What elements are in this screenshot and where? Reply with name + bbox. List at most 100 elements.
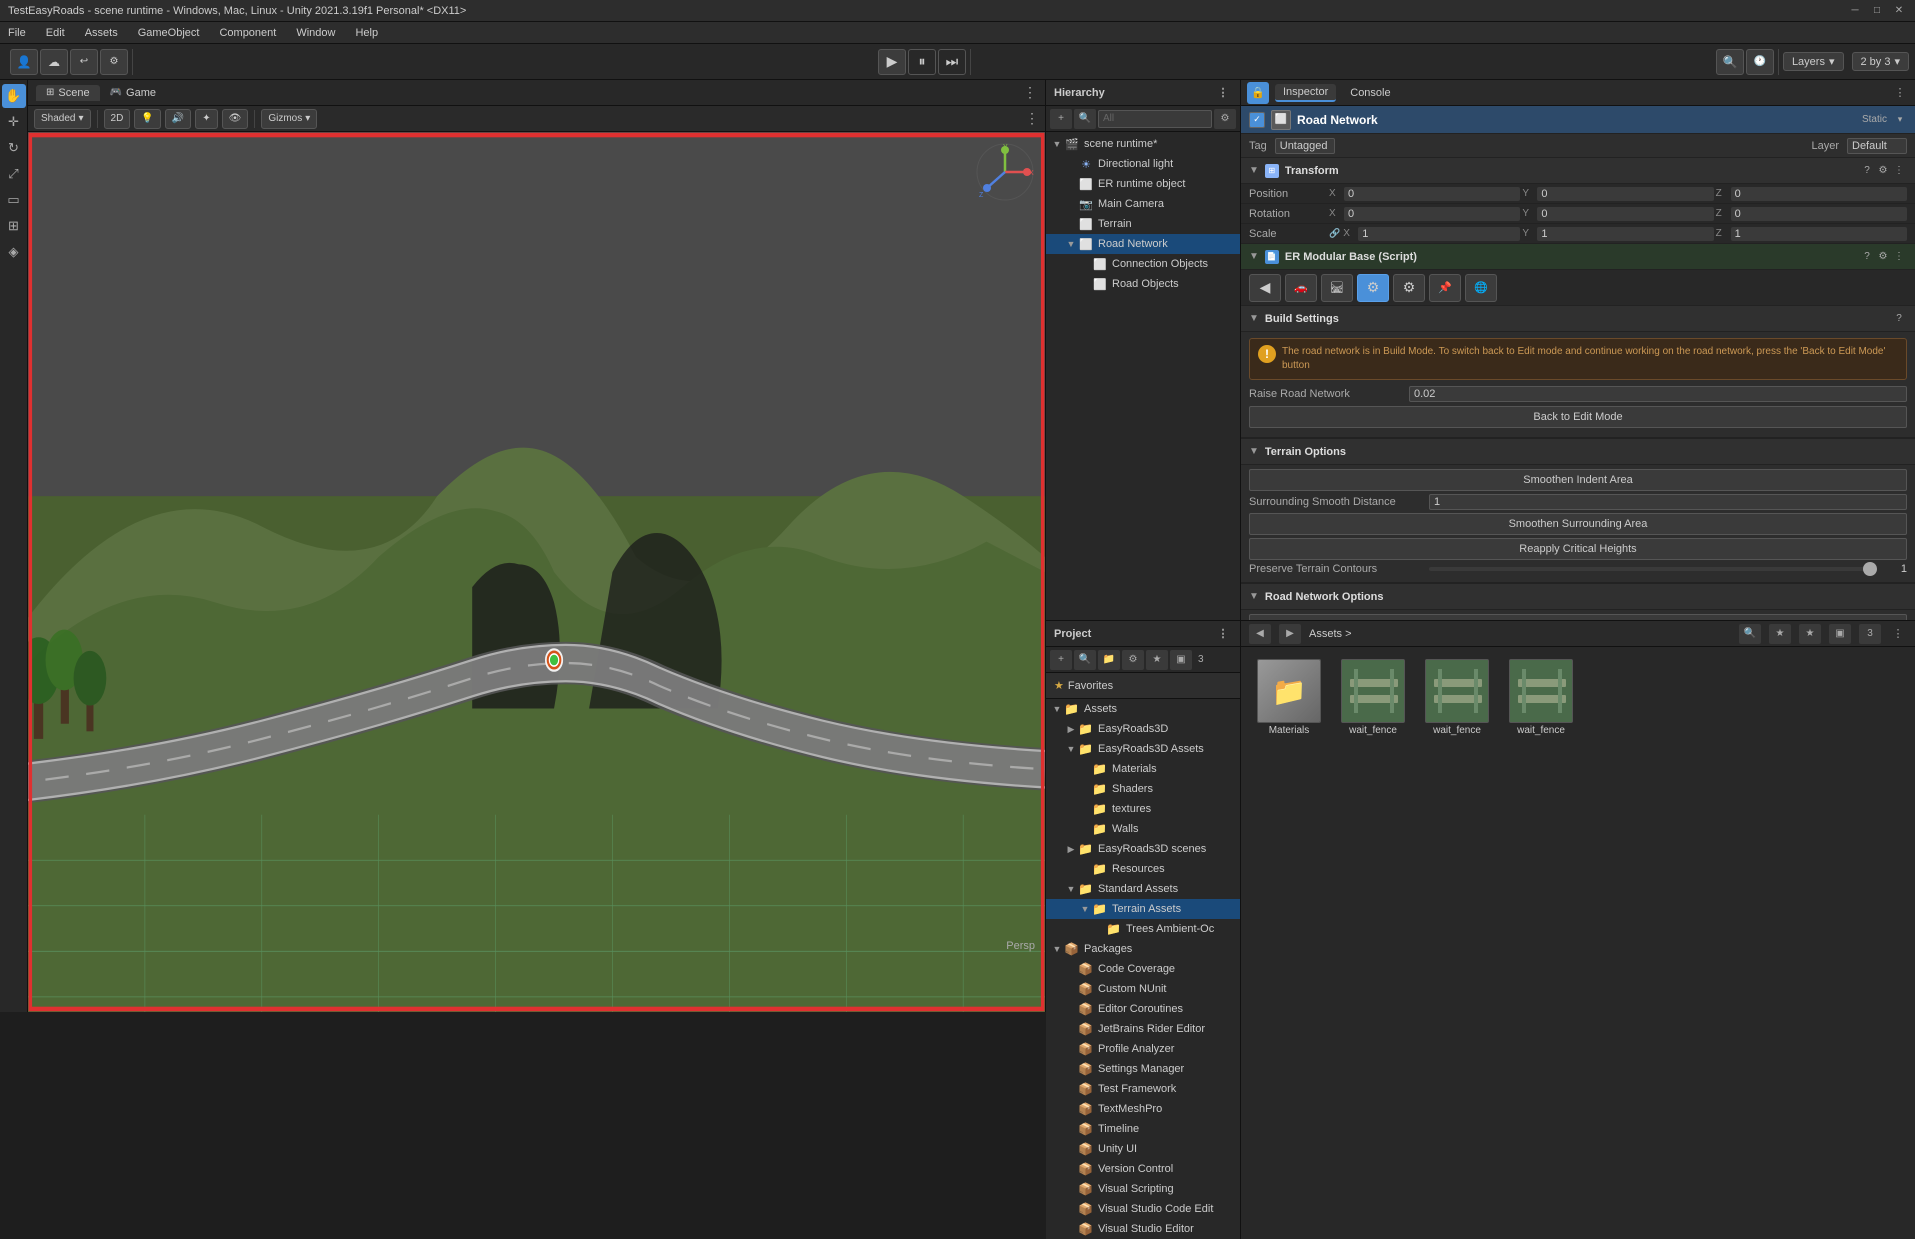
hierarchy-item-directional_light[interactable]: ☀ Directional light [1046, 154, 1240, 174]
asset-back-btn[interactable]: ◀ [1249, 624, 1271, 644]
hier-add-btn[interactable]: + [1050, 109, 1072, 129]
scene-visibility-btn[interactable]: 👁 [222, 109, 249, 129]
hierarchy-item-road_objects[interactable]: ⬜ Road Objects [1046, 274, 1240, 294]
hier-settings-btn[interactable]: ⚙ [1214, 109, 1236, 129]
draw-mode-btn[interactable]: Shaded ▾ [34, 109, 91, 129]
project-item-8[interactable]: 📁 Resources [1046, 859, 1240, 879]
layer-value[interactable]: Default [1847, 138, 1907, 154]
project-item-11[interactable]: 📁 Trees Ambient-Oc [1046, 919, 1240, 939]
inspector-tab[interactable]: Inspector [1275, 84, 1336, 102]
asset-menu-btn[interactable]: ⋮ [1889, 625, 1907, 643]
project-item-12[interactable]: ▼ 📦 Packages [1046, 939, 1240, 959]
raise-road-input[interactable] [1409, 386, 1907, 402]
script-settings2-btn[interactable]: ⚙ [1393, 274, 1425, 302]
pos-y-input[interactable] [1537, 187, 1713, 201]
build-settings-header[interactable]: ▼ Build Settings ? [1241, 306, 1915, 332]
asset-search-btn[interactable]: 🔍 [1739, 624, 1761, 644]
project-item-20[interactable]: 📦 TextMeshPro [1046, 1099, 1240, 1119]
scene-overflow-btn[interactable]: ⋮ [1025, 110, 1039, 127]
scale-x-input[interactable] [1358, 227, 1520, 241]
layers-btn[interactable]: Layers ▾ [1783, 52, 1844, 71]
build-settings-help-btn[interactable]: ? [1891, 311, 1907, 327]
hierarchy-item-road_network[interactable]: ▼ ⬜ Road Network [1046, 234, 1240, 254]
script-marker-btn[interactable]: 📌 [1429, 274, 1461, 302]
pos-x-input[interactable] [1344, 187, 1520, 201]
asset-item-wait-fence-1[interactable]: wait_fence [1333, 655, 1413, 740]
undo-btn[interactable]: ↩ [70, 49, 98, 75]
project-menu-btn[interactable]: ⋮ [1214, 625, 1232, 643]
move-tool[interactable]: ✛ [2, 110, 26, 134]
transform-section-header[interactable]: ▼ ⊞ Transform ? ⚙ ⋮ [1241, 158, 1915, 184]
menu-window[interactable]: Window [292, 25, 339, 41]
transform-overflow-btn[interactable]: ⋮ [1891, 163, 1907, 179]
transform-help-btn[interactable]: ? [1859, 163, 1875, 179]
account-btn[interactable]: 👤 [10, 49, 38, 75]
script-section-header[interactable]: ▼ 📄 ER Modular Base (Script) ? ⚙ ⋮ [1241, 244, 1915, 270]
project-item-7[interactable]: ▶ 📁 EasyRoads3D scenes [1046, 839, 1240, 859]
effects-btn[interactable]: ✦ [195, 109, 217, 129]
project-item-17[interactable]: 📦 Profile Analyzer [1046, 1039, 1240, 1059]
custom-tool[interactable]: ◈ [2, 240, 26, 264]
project-item-2[interactable]: ▼ 📁 EasyRoads3D Assets [1046, 739, 1240, 759]
cloud-btn[interactable]: ☁ [40, 49, 68, 75]
search-btn[interactable]: 🔍 [1716, 49, 1744, 75]
preserve-terrain-slider[interactable] [1429, 567, 1877, 571]
proj-folder-btn[interactable]: 📁 [1098, 650, 1120, 670]
audio-btn[interactable]: 🔊 [165, 109, 191, 129]
terrain-options-header[interactable]: ▼ Terrain Options [1241, 439, 1915, 465]
obj-icon-thumb[interactable]: ⬜ [1271, 110, 1291, 130]
project-item-1[interactable]: ▶ 📁 EasyRoads3D [1046, 719, 1240, 739]
hierarchy-item-scene_runtime[interactable]: ▼ 🎬 scene runtime* [1046, 134, 1240, 154]
rn-options-header[interactable]: ▼ Road Network Options [1241, 584, 1915, 610]
project-item-6[interactable]: 📁 Walls [1046, 819, 1240, 839]
transform-tool[interactable]: ⊞ [2, 214, 26, 238]
proj-settings-btn[interactable]: ⚙ [1122, 650, 1144, 670]
project-item-22[interactable]: 📦 Unity UI [1046, 1139, 1240, 1159]
scale-y-input[interactable] [1537, 227, 1713, 241]
menu-gameobject[interactable]: GameObject [134, 25, 204, 41]
script-back-btn[interactable]: ◀ [1249, 274, 1281, 302]
menu-edit[interactable]: Edit [42, 25, 69, 41]
pos-z-input[interactable] [1731, 187, 1907, 201]
lighting-btn[interactable]: 💡 [134, 109, 160, 129]
project-item-21[interactable]: 📦 Timeline [1046, 1119, 1240, 1139]
scene-menu-btn[interactable]: ⋮ [1023, 84, 1037, 101]
layout-btn[interactable]: 2 by 3 ▾ [1852, 52, 1910, 71]
asset-filter-btn[interactable]: ★ [1769, 624, 1791, 644]
pause-btn[interactable]: ⏸ [908, 49, 936, 75]
project-item-18[interactable]: 📦 Settings Manager [1046, 1059, 1240, 1079]
menu-file[interactable]: File [4, 25, 30, 41]
transform-settings-btn[interactable]: ⚙ [1875, 163, 1891, 179]
hierarchy-item-er_runtime[interactable]: ⬜ ER runtime object [1046, 174, 1240, 194]
project-item-19[interactable]: 📦 Test Framework [1046, 1079, 1240, 1099]
close-btn[interactable]: ✕ [1891, 3, 1907, 19]
2d-btn[interactable]: 2D [104, 109, 131, 129]
project-item-5[interactable]: 📁 textures [1046, 799, 1240, 819]
obj-active-checkbox[interactable]: ✓ [1249, 112, 1265, 128]
project-item-24[interactable]: 📦 Visual Scripting [1046, 1179, 1240, 1199]
menu-component[interactable]: Component [215, 25, 280, 41]
preserve-terrain-thumb[interactable] [1863, 562, 1877, 576]
project-item-15[interactable]: 📦 Editor Coroutines [1046, 999, 1240, 1019]
project-item-13[interactable]: 📦 Code Coverage [1046, 959, 1240, 979]
hier-search-btn[interactable]: 🔍 [1074, 109, 1096, 129]
back-to-edit-btn[interactable]: Back to Edit Mode [1249, 406, 1907, 428]
rot-y-input[interactable] [1537, 207, 1713, 221]
smoothen-surrounding-btn[interactable]: Smoothen Surrounding Area [1249, 513, 1907, 535]
project-item-25[interactable]: 📦 Visual Studio Code Edit [1046, 1199, 1240, 1219]
collab-btn[interactable]: ⚙ [100, 49, 128, 75]
menu-help[interactable]: Help [351, 25, 382, 41]
script-globe-btn[interactable]: 🌐 [1465, 274, 1497, 302]
step-btn[interactable]: ⏭ [938, 49, 966, 75]
proj-filter-btn[interactable]: ▣ [1170, 650, 1192, 670]
scene-tab[interactable]: ⊞ Scene [36, 85, 100, 101]
menu-assets[interactable]: Assets [81, 25, 122, 41]
gizmos-btn[interactable]: Gizmos ▾ [261, 109, 317, 129]
asset-grid-btn[interactable]: ▣ [1829, 624, 1851, 644]
proj-search-btn[interactable]: 🔍 [1074, 650, 1096, 670]
script-help-btn[interactable]: ? [1859, 249, 1875, 265]
maximize-btn[interactable]: □ [1869, 3, 1885, 19]
history-btn[interactable]: 🕐 [1746, 49, 1774, 75]
scale-z-input[interactable] [1731, 227, 1907, 241]
minimize-btn[interactable]: ─ [1847, 3, 1863, 19]
